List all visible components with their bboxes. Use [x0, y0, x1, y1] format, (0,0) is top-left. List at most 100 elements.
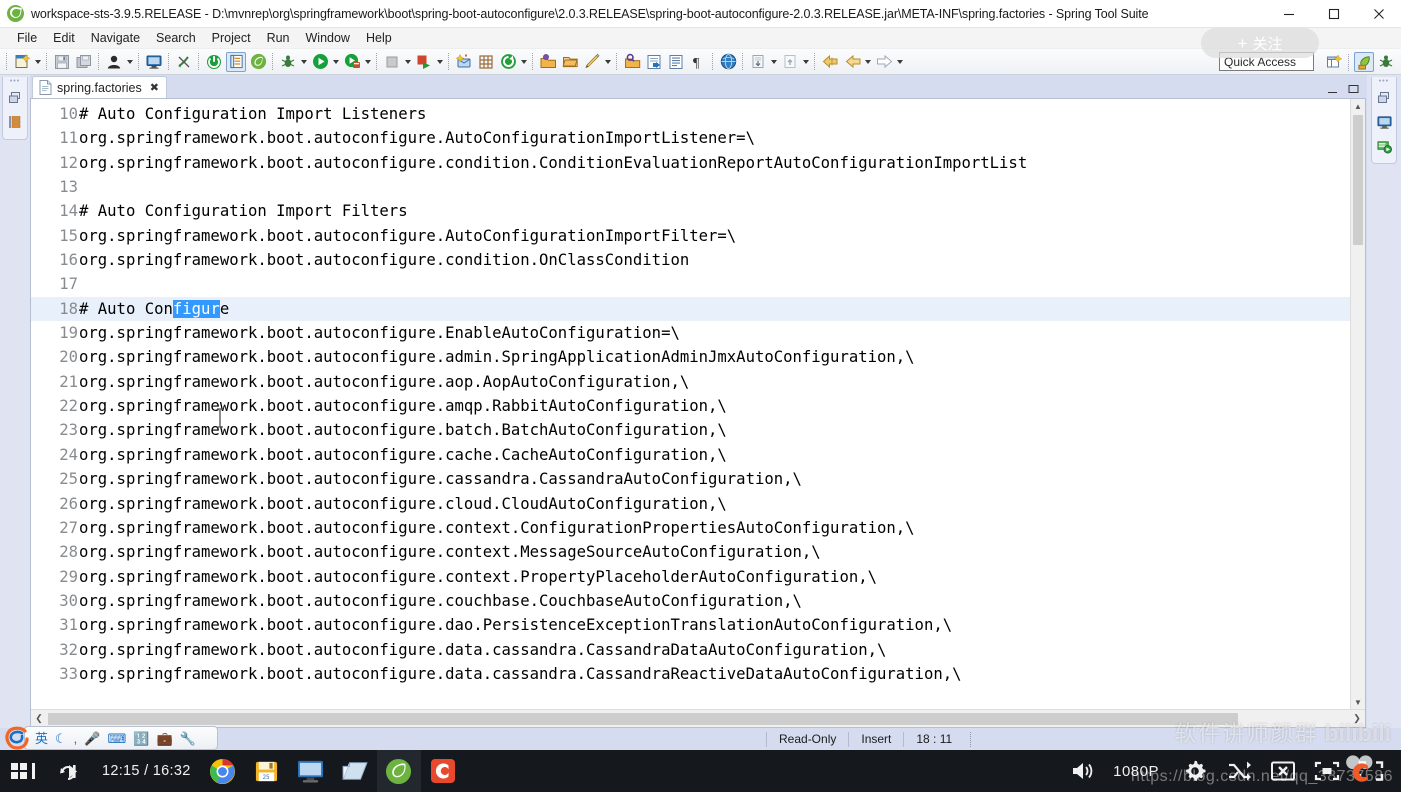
code-line[interactable]: 33 org.springframework.boot.autoconfigure…	[31, 662, 1350, 686]
keyboard-icon[interactable]: ⌨	[107, 732, 126, 745]
code-text[interactable]: org.springframework.boot.autoconfigure.c…	[78, 248, 689, 272]
rail-grip[interactable]: •••	[10, 78, 20, 85]
vertical-scrollbar[interactable]: ▲ ▼	[1350, 99, 1365, 709]
boot-dashboard-icon[interactable]	[204, 52, 224, 72]
code-text[interactable]: org.springframework.boot.autoconfigure.c…	[78, 492, 727, 516]
code-text[interactable]: org.springframework.boot.autoconfigure.d…	[78, 662, 962, 686]
folder-icon[interactable]	[333, 750, 377, 792]
web-browser-icon[interactable]	[718, 52, 738, 72]
next-track-icon[interactable]	[46, 750, 92, 792]
menu-edit[interactable]: Edit	[45, 30, 83, 46]
microphone-icon[interactable]: 🎤	[84, 732, 100, 745]
code-line[interactable]: 22 org.springframework.boot.autoconfigure…	[31, 394, 1350, 418]
code-text[interactable]: org.springframework.boot.autoconfigure.d…	[78, 638, 886, 662]
menu-search[interactable]: Search	[148, 30, 204, 46]
open-type-icon[interactable]	[538, 52, 558, 72]
package-explorer-icon[interactable]	[5, 112, 25, 132]
widescreen-icon[interactable]	[1305, 750, 1349, 792]
code-text[interactable]: org.springframework.boot.autoconfigure.A…	[78, 224, 736, 248]
debug-perspective-icon[interactable]	[1376, 52, 1396, 72]
save-icon[interactable]	[52, 52, 72, 72]
code-text[interactable]: org.springframework.boot.autoconfigure.c…	[78, 565, 877, 589]
next-icon[interactable]	[874, 52, 894, 72]
code-text[interactable]: org.springframework.boot.autoconfigure.d…	[78, 613, 952, 637]
windows-start-icon[interactable]	[0, 750, 46, 792]
menu-file[interactable]: File	[9, 30, 45, 46]
forward-dropdown-icon[interactable]	[863, 52, 872, 72]
floppy-save-icon[interactable]: 25	[245, 750, 289, 792]
monitor-icon[interactable]	[289, 750, 333, 792]
horizontal-scrollbar[interactable]: ❮ ❯	[31, 709, 1365, 727]
run-profile-dropdown-icon[interactable]	[363, 52, 372, 72]
code-text[interactable]: org.springframework.boot.autoconfigure.a…	[78, 394, 727, 418]
code-line[interactable]: 18 # Auto Configure	[31, 296, 1350, 322]
relaunch-dropdown-icon[interactable]	[435, 52, 444, 72]
refresh-dropdown-icon[interactable]	[519, 52, 528, 72]
run-icon[interactable]	[310, 52, 330, 72]
code-text[interactable]: org.springframework.boot.autoconfigure.c…	[78, 589, 802, 613]
open-perspective-icon[interactable]	[1324, 52, 1344, 72]
code-line[interactable]: 30 org.springframework.boot.autoconfigure…	[31, 589, 1350, 613]
pilcrow-icon[interactable]: ¶	[688, 52, 708, 72]
scroll-down-icon[interactable]: ▼	[1351, 695, 1365, 709]
minimize-button[interactable]	[1266, 0, 1311, 28]
download-icon[interactable]	[748, 52, 768, 72]
gear-icon[interactable]	[1173, 750, 1217, 792]
menu-run[interactable]: Run	[259, 30, 298, 46]
code-text[interactable]: org.springframework.boot.autoconfigure.c…	[78, 540, 821, 564]
status-resize-grip[interactable]	[970, 731, 976, 747]
menu-help[interactable]: Help	[358, 30, 400, 46]
code-line[interactable]: 16 org.springframework.boot.autoconfigure…	[31, 248, 1350, 272]
properties-icon[interactable]	[666, 52, 686, 72]
new-file-dropdown-icon[interactable]	[33, 52, 42, 72]
scroll-left-icon[interactable]: ❮	[31, 713, 47, 724]
menu-window[interactable]: Window	[298, 30, 358, 46]
search-icon[interactable]	[622, 52, 642, 72]
fullscreen-icon[interactable]	[1349, 750, 1393, 792]
maximize-button[interactable]	[1311, 0, 1356, 28]
code-line[interactable]: 17	[31, 272, 1350, 296]
code-line[interactable]: 25 org.springframework.boot.autoconfigure…	[31, 467, 1350, 491]
editor-tab-spring-factories[interactable]: spring.factories ✖	[32, 76, 167, 98]
relaunch-icon[interactable]	[414, 52, 434, 72]
camtasia-icon[interactable]	[421, 750, 465, 792]
code-line[interactable]: 10 # Auto Configuration Import Listeners	[31, 102, 1350, 126]
stop-dropdown-icon[interactable]	[403, 52, 412, 72]
shuffle-icon[interactable]	[1217, 750, 1261, 792]
code-line[interactable]: 28 org.springframework.boot.autoconfigure…	[31, 540, 1350, 564]
upload-icon[interactable]	[780, 52, 800, 72]
code-line[interactable]: 32 org.springframework.boot.autoconfigure…	[31, 638, 1350, 662]
code-text[interactable]: org.springframework.boot.autoconfigure.c…	[78, 467, 802, 491]
spring-leaf-icon[interactable]	[376, 750, 421, 792]
calculator-icon[interactable]: 🔢	[133, 732, 149, 745]
maximize-icon[interactable]	[1348, 84, 1360, 95]
scroll-up-icon[interactable]: ▲	[1351, 99, 1365, 113]
code-line[interactable]: 12 org.springframework.boot.autoconfigure…	[31, 151, 1350, 175]
horizontal-scroll-thumb[interactable]	[48, 713, 1238, 725]
console-icon[interactable]	[144, 52, 164, 72]
code-area[interactable]: 10 # Auto Configuration Import Listeners 1…	[31, 99, 1350, 709]
new-package-icon[interactable]	[476, 52, 496, 72]
open-resource-icon[interactable]	[560, 52, 580, 72]
debug-dropdown-icon[interactable]	[299, 52, 308, 72]
code-line[interactable]: 14 # Auto Configuration Import Filters	[31, 199, 1350, 223]
code-text[interactable]: org.springframework.boot.autoconfigure.A…	[78, 126, 755, 150]
code-line[interactable]: 20 org.springframework.boot.autoconfigure…	[31, 345, 1350, 369]
restore-view-icon[interactable]	[1374, 88, 1394, 108]
run-dropdown-icon[interactable]	[331, 52, 340, 72]
upload-dropdown-icon[interactable]	[801, 52, 810, 72]
toolbox-icon[interactable]: 💼	[156, 732, 172, 745]
pencil-icon[interactable]	[582, 52, 602, 72]
code-text[interactable]	[78, 272, 79, 296]
console-view-icon[interactable]	[1374, 112, 1394, 132]
code-line[interactable]: 19 org.springframework.boot.autoconfigure…	[31, 321, 1350, 345]
refresh-icon[interactable]	[498, 52, 518, 72]
code-text[interactable]: org.springframework.boot.autoconfigure.c…	[78, 151, 1027, 175]
vertical-scroll-thumb[interactable]	[1353, 115, 1363, 245]
sogou-ime-toolbar[interactable]: 英 ☾ , 🎤 ⌨ 🔢 💼 🔧	[24, 726, 218, 750]
menu-navigate[interactable]: Navigate	[83, 30, 148, 46]
wrench-icon[interactable]: 🔧	[180, 732, 196, 745]
sogou-ime-logo-icon[interactable]	[5, 726, 31, 751]
spring-boot-app-icon[interactable]	[226, 51, 246, 72]
scroll-right-icon[interactable]: ❯	[1349, 713, 1365, 724]
